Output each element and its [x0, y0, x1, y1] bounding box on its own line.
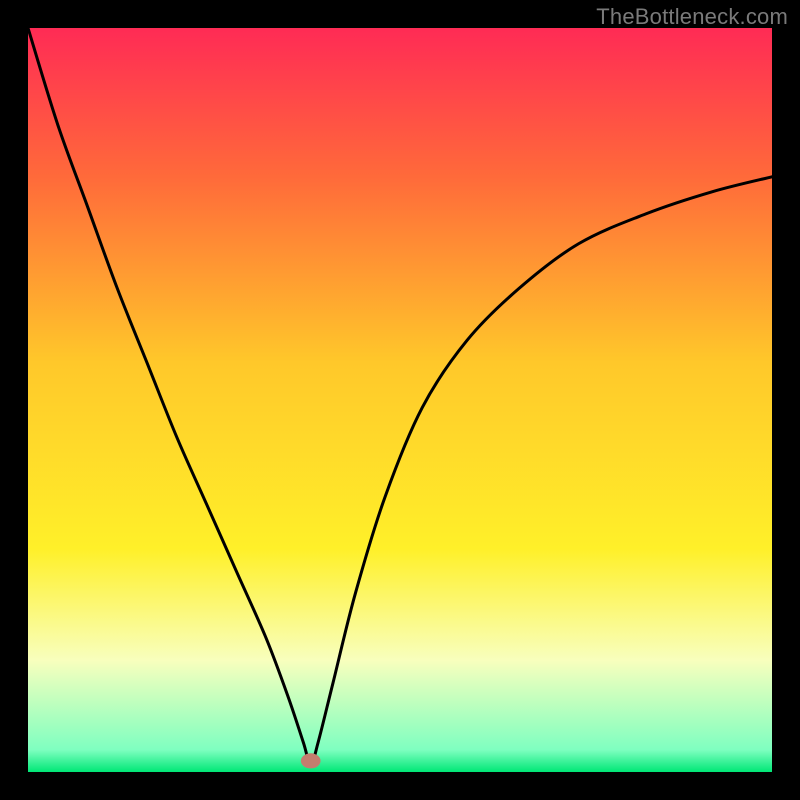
optimal-point-marker — [301, 753, 321, 768]
plot-area — [28, 28, 772, 772]
watermark-text: TheBottleneck.com — [596, 4, 788, 30]
chart-svg — [28, 28, 772, 772]
chart-frame: TheBottleneck.com — [0, 0, 800, 800]
gradient-background — [28, 28, 772, 772]
